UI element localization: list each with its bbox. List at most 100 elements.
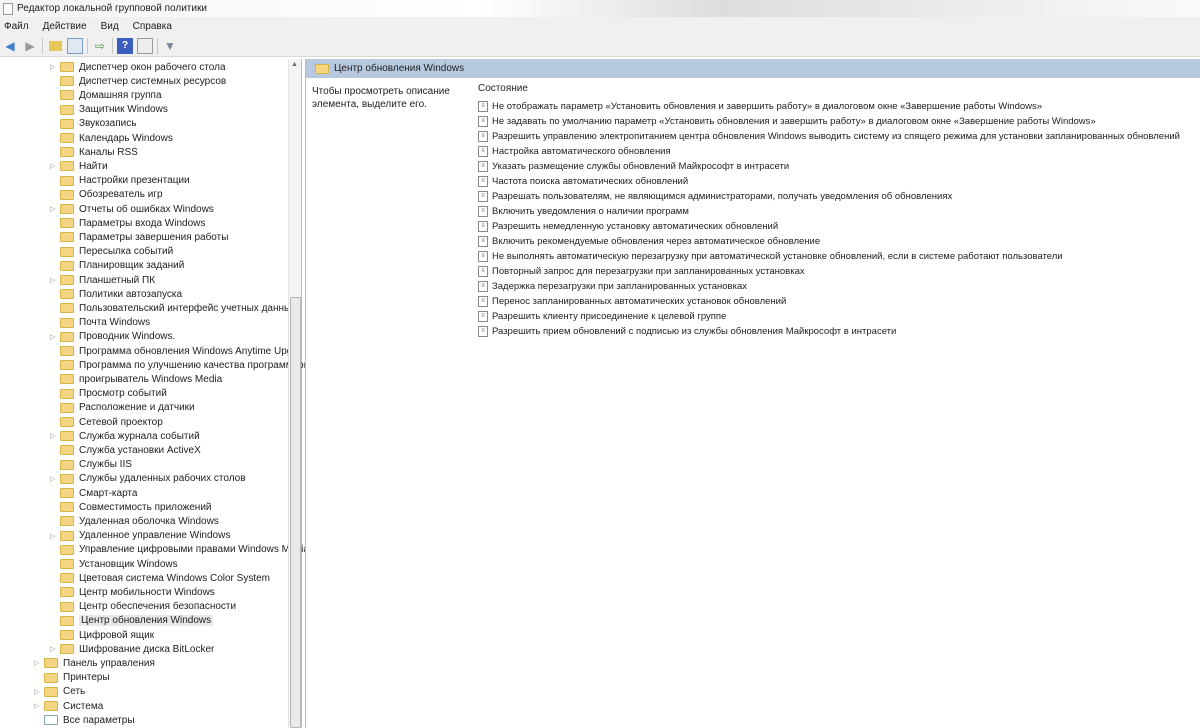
tree-item[interactable]: ▷ Найти [50,159,108,173]
expand-arrow-icon[interactable]: ▷ [50,205,60,213]
scrollbar-thumb[interactable] [290,297,301,728]
tree-item[interactable]: Звукозапись [50,117,136,131]
policy-item[interactable]: ≡ Задержка перезагрузки при запланированн… [478,279,1193,294]
tree-item[interactable]: ▷ Шифрование диска BitLocker [50,642,214,656]
expand-arrow-icon[interactable]: ▷ [50,645,60,653]
tree-item[interactable]: Календарь Windows [50,131,173,145]
policy-item[interactable]: ≡ Перенос запланированных автоматических … [478,294,1193,309]
tree-item[interactable]: Просмотр событий [50,387,167,401]
export-list-icon[interactable]: ⇨ [92,38,108,54]
tree-item[interactable]: ▷ Планшетный ПК [50,273,155,287]
expand-arrow-icon[interactable]: ▷ [34,688,44,696]
policy-item[interactable]: ≡ Не выполнять автоматическую перезагрузк… [478,249,1193,264]
tree-item[interactable]: Домашняя группа [50,88,162,102]
tree-item[interactable]: Служба установки ActiveX [50,443,201,457]
tree-item[interactable]: ▷ Проводник Windows. [50,330,175,344]
policy-item[interactable]: ≡ Разрешить немедленную установку автомат… [478,219,1193,234]
tree-item[interactable]: Все параметры [34,713,135,727]
tree-item[interactable]: ▷ Служба журнала событий [50,429,200,443]
tree-item[interactable]: Параметры завершения работы [50,230,228,244]
menu-view[interactable]: Вид [101,21,119,32]
folder-icon [60,289,74,300]
show-hide-tree-icon[interactable] [67,37,83,54]
filter-icon[interactable]: ▼ [162,38,178,54]
tree-item[interactable]: Центр обеспечения безопасности [50,600,236,614]
expand-arrow-icon[interactable]: ▷ [50,432,60,440]
tree-item[interactable]: Программа по улучшению качества программ… [50,358,313,372]
policy-item[interactable]: ≡ Разрешить прием обновлений с подписью и… [478,324,1193,339]
tree-item[interactable]: ▷ Система [34,699,103,713]
policy-item[interactable]: ≡ Не задавать по умолчанию параметр «Уста… [478,114,1193,129]
tree-item[interactable]: Пользовательский интерфейс учетных данны… [50,301,296,315]
tree-item[interactable]: Установщик Windows [50,557,178,571]
expand-arrow-icon[interactable]: ▷ [34,659,44,667]
expand-arrow-icon[interactable]: ▷ [50,162,60,170]
show-action-pane-icon[interactable] [137,37,153,54]
policy-item[interactable]: ≡ Настройка автоматического обновления [478,144,1193,159]
menu-help[interactable]: Справка [133,21,172,32]
navigation-tree[interactable]: ▷ Диспетчер окон рабочего стола Диспетчер … [0,59,313,728]
tree-item[interactable]: Смарт-карта [50,486,137,500]
tree-item[interactable]: Пересылка событий [50,245,173,259]
tree-item[interactable]: Принтеры [34,671,110,685]
column-header-state[interactable]: Состояние [478,83,1193,94]
tree-item[interactable]: Центр обновления Windows [50,614,214,628]
expand-arrow-icon[interactable]: ▷ [50,63,60,71]
tree-scrollbar[interactable]: ▲ [288,59,301,728]
forward-arrow-icon[interactable]: ▶ [22,38,38,54]
tree-item[interactable]: Каналы RSS [50,145,138,159]
scroll-up-icon[interactable]: ▲ [291,61,298,68]
policy-item-label: Разрешить немедленную установку автомати… [492,221,779,232]
tree-item[interactable]: Управление цифровыми правами Windows Med… [50,543,309,557]
tree-item[interactable]: проигрыватель Windows Media [50,372,222,386]
tree-item[interactable]: Сетевой проектор [50,415,163,429]
policy-item[interactable]: ≡ Разрешать пользователям, не являющимся … [478,189,1193,204]
policy-item[interactable]: ≡ Повторный запрос для перезагрузки при з… [478,264,1193,279]
expand-arrow-icon[interactable]: ▷ [34,702,44,710]
tree-item[interactable]: ▷ Отчеты об ошибках Windows [50,202,214,216]
tree-item[interactable]: ▷ Службы удаленных рабочих столов [50,472,246,486]
tree-item[interactable]: ▷ Удаленное управление Windows [50,529,230,543]
menu-file[interactable]: Файл [4,21,29,32]
help-icon[interactable]: ? [117,37,133,54]
tree-item[interactable]: Службы IIS [50,458,132,472]
tree-item[interactable]: Планировщик заданий [50,259,184,273]
tree-item[interactable]: Центр мобильности Windows [50,585,215,599]
tree-item-label: Цифровой ящик [79,629,155,641]
tree-item[interactable]: Параметры входа Windows [50,216,205,230]
tree-item-label: Центр мобильности Windows [79,586,215,598]
expand-arrow-icon[interactable]: ▷ [50,333,60,341]
tree-item[interactable]: Защитник Windows [50,103,168,117]
tree-item[interactable]: Почта Windows [50,316,150,330]
tree-item[interactable]: Программа обновления Windows Anytime Upg… [50,344,301,358]
back-arrow-icon[interactable]: ◀ [2,38,18,54]
tree-item-label: Календарь Windows [79,132,173,144]
tree-item[interactable]: ▷ Диспетчер окон рабочего стола [50,60,226,74]
tree-item[interactable]: Расположение и датчики [50,401,195,415]
tree-item[interactable]: Цветовая система Windows Color System [50,571,270,585]
policy-item[interactable]: ≡ Разрешить клиенту присоединение к целев… [478,309,1193,324]
up-folder-icon[interactable] [47,38,63,54]
description-text: Чтобы просмотреть описание элемента, выд… [312,86,450,110]
policy-item[interactable]: ≡ Указать размещение службы обновлений Ма… [478,159,1193,174]
tree-item[interactable]: Обозреватель игр [50,188,163,202]
expand-arrow-icon[interactable]: ▷ [50,475,60,483]
policy-item[interactable]: ≡ Разрешить управлению электропитанием це… [478,129,1193,144]
policy-item[interactable]: ≡ Включить рекомендуемые обновления через… [478,234,1193,249]
expand-arrow-icon[interactable]: ▷ [50,276,60,284]
tree-item[interactable]: Настройки презентации [50,174,190,188]
tree-item[interactable]: Удаленная оболочка Windows [50,514,219,528]
folder-icon [60,601,74,612]
tree-item[interactable]: Совместимость приложений [50,500,212,514]
tree-item[interactable]: Политики автозапуска [50,287,182,301]
policy-item[interactable]: ≡ Включить уведомления о наличии программ [478,204,1193,219]
tree-item[interactable]: ▷ Панель управления [34,656,155,670]
expand-arrow-icon[interactable]: ▷ [50,532,60,540]
tree-item[interactable]: ▷ Сеть [34,685,85,699]
tree-item[interactable]: Цифровой ящик [50,628,154,642]
policy-item[interactable]: ≡ Частота поиска автоматических обновлени… [478,174,1193,189]
tree-item[interactable]: Диспетчер системных ресурсов [50,74,226,88]
policy-item[interactable]: ≡ Не отображать параметр «Установить обно… [478,99,1193,114]
policy-setting-icon: ≡ [478,131,488,142]
menu-action[interactable]: Действие [43,21,87,32]
